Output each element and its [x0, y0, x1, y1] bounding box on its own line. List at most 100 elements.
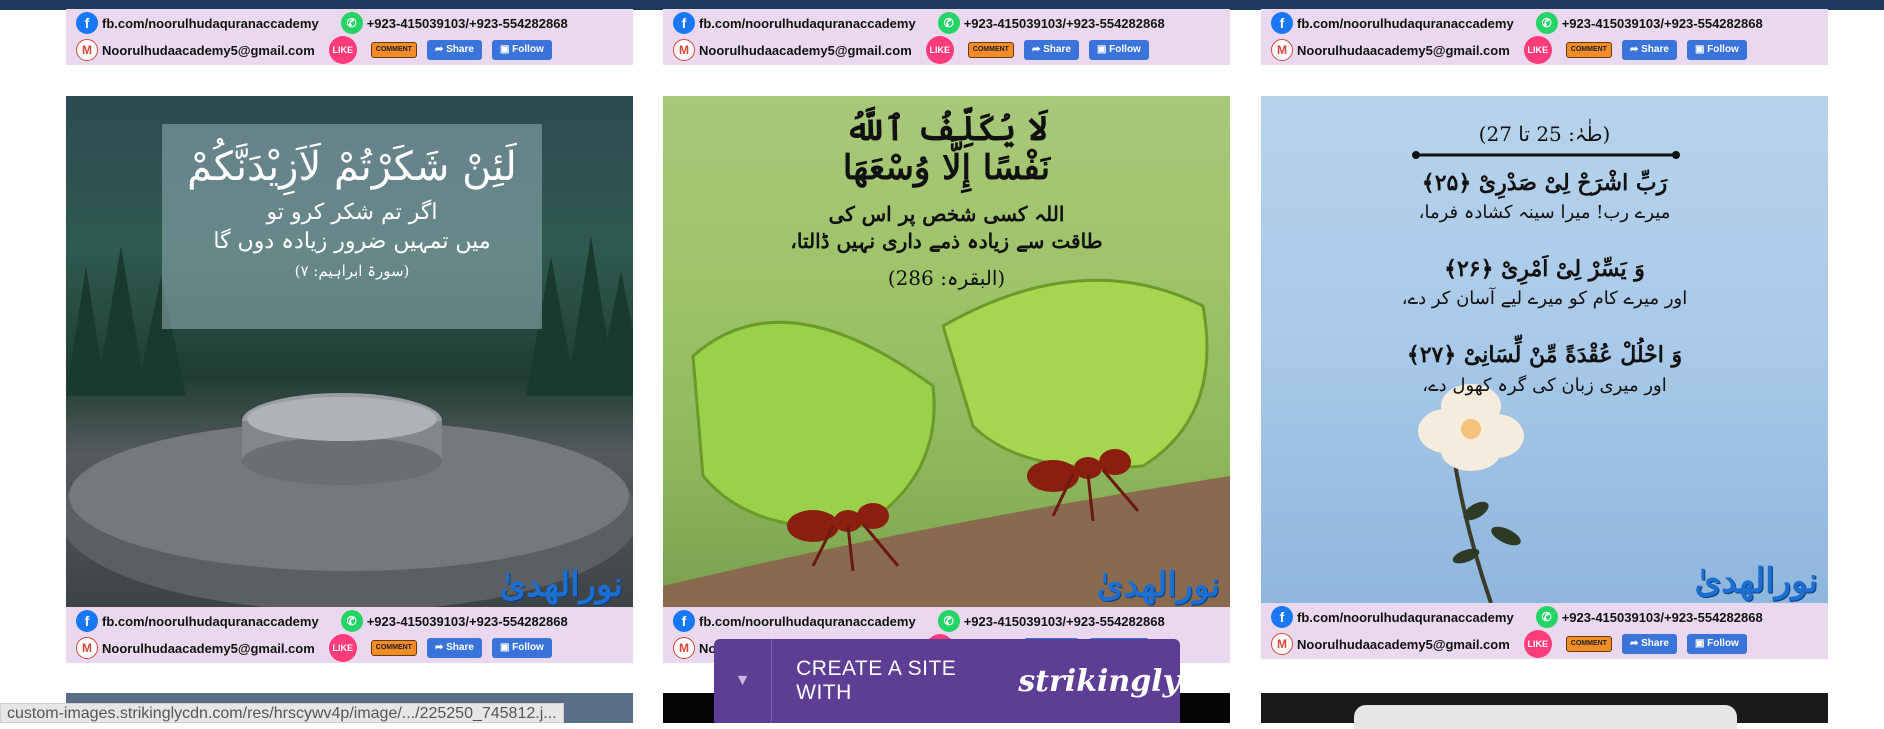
comment-icon: COMMENT [370, 640, 417, 656]
chevron-down-icon[interactable]: ▼ [714, 639, 773, 723]
gmail-icon: M [1271, 39, 1293, 61]
phone-text: +923-415039103/+923-554282868 [1561, 609, 1763, 625]
verse-reference: (البقرہ: 286) [887, 266, 1006, 290]
phone-text: +923-415039103/+923-554282868 [963, 15, 1165, 31]
urdu-line-2: طاقت سے زیادہ ذمے داری نہیں ڈالتا، [790, 229, 1103, 253]
phone-text: +923-415039103/+923-554282868 [963, 613, 1165, 629]
strikingly-banner[interactable]: ▼ CREATE A SITE WITH strikingly [714, 639, 1180, 723]
email-text: Noorulhudaacademy5@gmail.com [102, 640, 315, 656]
gmail-icon: M [76, 637, 98, 659]
share-button: ➦ Share [1621, 634, 1677, 654]
gmail-icon: M [76, 39, 98, 61]
verse-26-urdu: اور میرے کام کو میرے لیے آسان کر دے، [1401, 288, 1688, 309]
urdu-line-2: میں تمہیں ضرور زیادہ دوں گا [213, 229, 491, 254]
facebook-icon: f [673, 12, 695, 34]
contact-footer: f fb.com/noorulhudaquranaccademy ✆ +923-… [1261, 9, 1828, 65]
follow-button: ▣ Follow [491, 638, 552, 658]
whatsapp-icon: ✆ [937, 610, 960, 632]
fb-link[interactable]: fb.com/noorulhudaquranaccademy [1297, 16, 1514, 31]
gmail-icon: M [673, 39, 695, 61]
brand-logo: نورالھدیٰ [1694, 561, 1818, 601]
verse-25-urdu: میرے رب! میرا سینہ کشادہ فرما، [1418, 202, 1671, 223]
like-icon: LIKE [1523, 36, 1552, 64]
follow-button: ▣ Follow [1686, 634, 1747, 654]
footer-row-fb: f fb.com/noorulhudaquranaccademy ✆ +923-… [76, 610, 568, 632]
follow-button: ▣ Follow [1686, 40, 1747, 60]
follow-button: ▣ Follow [1088, 40, 1149, 60]
share-label: Share [1641, 638, 1669, 649]
arabic-verse-line-2: نَفْسًا إِلَّا وُسْعَهَا [842, 148, 1051, 188]
quote-overlay: لَئِنْ شَكَرْتُمْ لَاَزِيْدَنَّكُمْ اگر … [162, 124, 542, 329]
post-image-1: لَئِنْ شَكَرْتُمْ لَاَزِيْدَنَّكُمْ اگر … [66, 96, 633, 607]
fb-link[interactable]: fb.com/noorulhudaquranaccademy [699, 16, 916, 31]
urdu-line-1: اگر تم شکر کرو تو [266, 200, 438, 225]
follow-label: Follow [512, 44, 544, 55]
comment-icon: COMMENT [370, 42, 417, 58]
whatsapp-icon: ✆ [1535, 606, 1558, 628]
post-card-2[interactable]: لَا يُكَلِّفُ ٱللَّهُ نَفْسًا إِلَّا وُس… [663, 96, 1230, 663]
footer-row-fb: f fb.com/noorulhudaquranaccademy ✆ +923-… [673, 610, 1165, 632]
contact-footer: f fb.com/noorulhudaquranaccademy ✆ +923-… [1261, 603, 1828, 659]
contact-footer: f fb.com/noorulhudaquranaccademy ✆ +923-… [663, 9, 1230, 65]
footer-row-email: M Noorulhudaacademy5@gmail.com LIKE COMM… [76, 36, 552, 64]
facebook-icon: f [76, 610, 98, 632]
verse-27-arabic: وَ احْلُلْ عُقْدَةً مِّنْ لِّسَانِیْ ﴿۲۷… [1406, 342, 1683, 368]
arabic-verse: لَئِنْ شَكَرْتُمْ لَاَزِيْدَنَّكُمْ [187, 144, 517, 190]
share-button: ➦ Share [426, 638, 482, 658]
whatsapp-icon: ✆ [340, 12, 363, 34]
like-icon: LIKE [1523, 630, 1552, 658]
share-label: Share [1641, 44, 1669, 55]
follow-button: ▣ Follow [491, 40, 552, 60]
verse-25-arabic: رَبِّ اشْرَحْ لِیْ صَدْرِیْ ﴿۲۵﴾ [1421, 170, 1668, 196]
whatsapp-icon: ✆ [340, 610, 363, 632]
whatsapp-icon: ✆ [1535, 12, 1558, 34]
footer-row-fb: f fb.com/noorulhudaquranaccademy ✆ +923-… [76, 12, 568, 34]
follow-label: Follow [1707, 638, 1739, 649]
footer-row-email: M Noorulhudaacademy5@gmail.com LIKE COMM… [673, 36, 1149, 64]
fb-link[interactable]: fb.com/noorulhudaquranaccademy [102, 614, 319, 629]
facebook-icon: f [1271, 606, 1293, 628]
like-icon: LIKE [328, 36, 357, 64]
follow-label: Follow [1707, 44, 1739, 55]
share-button: ➦ Share [1023, 40, 1079, 60]
follow-label: Follow [512, 642, 544, 653]
surah-reference: (طٰہٰ: 25 تا 27) [1478, 122, 1611, 146]
strikingly-logo: strikingly [1018, 663, 1180, 699]
post-footer-top-1: f fb.com/noorulhudaquranaccademy ✆ +923-… [66, 9, 633, 65]
email-text: Noorulhudaacademy5@gmail.com [102, 42, 315, 58]
follow-label: Follow [1109, 44, 1141, 55]
post-card-3[interactable]: (طٰہٰ: 25 تا 27) رَبِّ اشْرَحْ لِیْ صَدْ… [1261, 96, 1828, 663]
share-button: ➦ Share [1621, 40, 1677, 60]
comment-icon: COMMENT [1565, 42, 1612, 58]
footer-row-fb: f fb.com/noorulhudaquranaccademy ✆ +923-… [1271, 12, 1763, 34]
fb-link[interactable]: fb.com/noorulhudaquranaccademy [699, 614, 916, 629]
gmail-icon: M [673, 637, 695, 659]
footer-row-fb: f fb.com/noorulhudaquranaccademy ✆ +923-… [1271, 606, 1763, 628]
like-icon: LIKE [328, 634, 357, 662]
share-label: Share [1043, 44, 1071, 55]
post-image-3: (طٰہٰ: 25 تا 27) رَبِّ اشْرَحْ لِیْ صَدْ… [1261, 96, 1828, 603]
email-text: Noorulhudaacademy5@gmail.com [1297, 636, 1510, 652]
brand-logo: نورالھدیٰ [499, 565, 623, 605]
post-card-6-shape [1354, 705, 1737, 729]
status-bar-url: custom-images.strikinglycdn.com/res/hrsc… [0, 703, 564, 723]
verse-reference: (سورۃ ابراہیم: ۷) [294, 262, 410, 280]
comment-icon: COMMENT [967, 42, 1014, 58]
create-site-text: CREATE A SITE WITH [796, 657, 957, 704]
verse-27-urdu: اور میری زبان کی گرہ کھول دے، [1422, 375, 1667, 396]
post-card-1[interactable]: لَئِنْ شَكَرْتُمْ لَاَزِيْدَنَّكُمْ اگر … [66, 96, 633, 663]
comment-icon: COMMENT [1565, 636, 1612, 652]
post-image-2: لَا يُكَلِّفُ ٱللَّهُ نَفْسًا إِلَّا وُس… [663, 96, 1230, 607]
post-footer-top-3: f fb.com/noorulhudaquranaccademy ✆ +923-… [1261, 9, 1828, 65]
fb-link[interactable]: fb.com/noorulhudaquranaccademy [1297, 610, 1514, 625]
like-icon: LIKE [925, 36, 954, 64]
fb-link[interactable]: fb.com/noorulhudaquranaccademy [102, 16, 319, 31]
footer-row-email: M Noorulhudaacademy5@gmail.com LIKE COMM… [1271, 36, 1747, 64]
facebook-icon: f [1271, 12, 1293, 34]
post-card-6-partial[interactable] [1261, 693, 1828, 729]
contact-footer: f fb.com/noorulhudaquranaccademy ✆ +923-… [66, 607, 633, 663]
gmail-icon: M [1271, 633, 1293, 655]
arabic-verse-line-1: لَا يُكَلِّفُ ٱللَّهُ [845, 109, 1048, 149]
facebook-icon: f [673, 610, 695, 632]
verse-26-arabic: وَ یَسِّرْ لِیْ اَمْرِیْ ﴿۲۶﴾ [1444, 256, 1645, 282]
